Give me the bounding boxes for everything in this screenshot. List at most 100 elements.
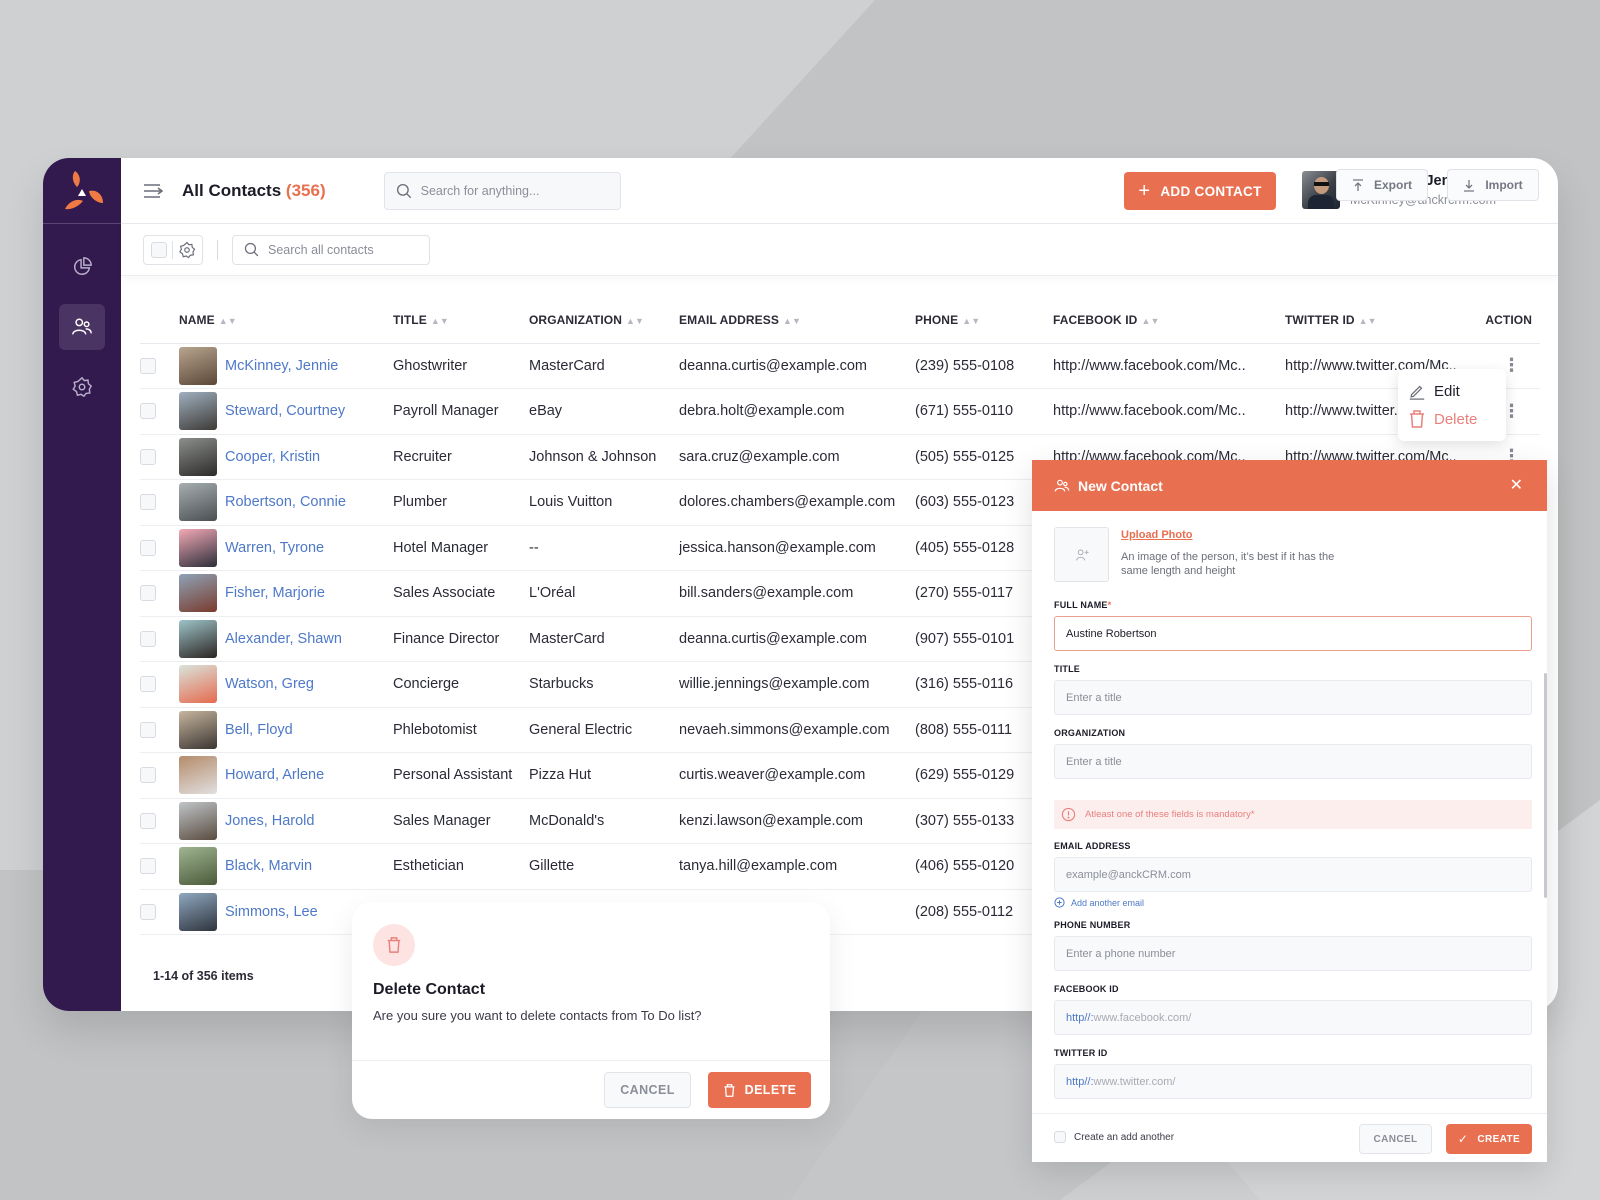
table-header-row: NAME ▲▼ TITLE ▲▼ ORGANIZATION ▲▼ EMAIL ADDR… xyxy=(140,297,1540,344)
email-cell: deanna.curtis@example.com xyxy=(679,616,915,662)
row-checkbox[interactable] xyxy=(140,494,156,511)
email-input[interactable]: example@anckCRM.com xyxy=(1054,857,1532,892)
delete-button-label: DELETE xyxy=(744,1083,797,1097)
contact-name-link[interactable]: McKinney, Jennie xyxy=(225,358,338,374)
sidebar-item-dashboard[interactable] xyxy=(59,244,105,290)
row-select-cell xyxy=(140,479,179,526)
row-checkbox[interactable] xyxy=(140,539,156,556)
contact-name-link[interactable]: Cooper, Kristin xyxy=(225,449,320,465)
contact-avatar xyxy=(179,437,217,476)
column-label: PHONE xyxy=(915,312,959,327)
contact-name-link[interactable]: Black, Marvin xyxy=(225,858,312,874)
required-marker: * xyxy=(1107,600,1112,610)
facebook-cell[interactable]: http://www.facebook.com/Mc.. xyxy=(1053,343,1285,389)
global-search-input[interactable]: Search for anything... xyxy=(383,171,621,210)
sort-icon: ▲▼ xyxy=(1358,315,1377,326)
row-select-cell xyxy=(140,752,179,799)
close-icon[interactable]: ✕ xyxy=(1510,475,1523,495)
row-checkbox[interactable] xyxy=(140,403,156,420)
sidebar-item-settings[interactable] xyxy=(59,364,105,410)
upload-hint: An image of the person, it’s best if it … xyxy=(1121,551,1335,577)
row-select-cell xyxy=(140,570,179,617)
row-select-cell xyxy=(140,388,179,435)
column-header-name[interactable]: NAME ▲▼ xyxy=(179,297,393,344)
column-header-email[interactable]: EMAIL ADDRESS ▲▼ xyxy=(679,297,915,344)
row-checkbox[interactable] xyxy=(140,903,156,920)
email-cell: deanna.curtis@example.com xyxy=(679,343,915,389)
contact-name-link[interactable]: Warren, Tyrone xyxy=(225,540,324,556)
gear-icon xyxy=(72,376,93,398)
add-another-email-link[interactable]: Add another email xyxy=(1054,897,1144,908)
contact-name-link[interactable]: Steward, Courtney xyxy=(225,403,345,419)
row-checkbox[interactable] xyxy=(140,585,156,602)
column-header-title[interactable]: TITLE ▲▼ xyxy=(393,297,529,344)
row-select-cell xyxy=(140,661,179,708)
column-header-phone[interactable]: PHONE ▲▼ xyxy=(915,297,1053,344)
column-header-organization[interactable]: ORGANIZATION ▲▼ xyxy=(529,297,679,344)
menu-toggle-button[interactable] xyxy=(143,181,163,201)
export-button[interactable]: Export xyxy=(1336,169,1428,201)
column-header-facebook[interactable]: FACEBOOK ID ▲▼ xyxy=(1053,297,1285,344)
add-contact-label: ADD CONTACT xyxy=(1160,183,1262,199)
row-checkbox[interactable] xyxy=(140,630,156,647)
cancel-button[interactable]: CANCEL xyxy=(604,1072,691,1108)
phone-input[interactable]: Enter a phone number xyxy=(1054,936,1532,971)
photo-upload-box[interactable] xyxy=(1054,527,1109,582)
delete-button[interactable]: DELETE xyxy=(708,1072,811,1108)
row-select-cell xyxy=(140,434,179,480)
menu-icon xyxy=(144,183,163,198)
row-action-menu: Edit Delete xyxy=(1398,369,1506,441)
create-another-option[interactable]: Create an add another xyxy=(1054,1131,1174,1143)
row-checkbox[interactable] xyxy=(140,812,156,829)
new-contact-panel: New Contact ✕ Upload Photo An image of t… xyxy=(1032,460,1547,1162)
title-cell: Sales Manager xyxy=(393,798,529,844)
scrollbar[interactable] xyxy=(1544,673,1547,898)
title-cell: Sales Associate xyxy=(393,570,529,617)
edit-menu-item[interactable]: Edit xyxy=(1408,377,1496,405)
name-cell: Jones, Harold xyxy=(179,798,393,844)
row-checkbox[interactable] xyxy=(140,676,156,693)
gear-icon[interactable] xyxy=(178,241,196,259)
row-checkbox[interactable] xyxy=(140,357,156,374)
facebook-cell[interactable]: http://www.facebook.com/Mc.. xyxy=(1053,388,1285,435)
facebook-input[interactable]: http//: www.facebook.com/ xyxy=(1054,1000,1532,1035)
contact-name-link[interactable]: Watson, Greg xyxy=(225,676,314,692)
delete-contact-dialog: Delete Contact Are you sure you want to … xyxy=(352,902,830,1119)
users-icon xyxy=(1054,479,1070,491)
row-checkbox[interactable] xyxy=(140,767,156,784)
cancel-button[interactable]: CANCEL xyxy=(1359,1124,1432,1154)
table-row[interactable]: Steward, Courtney Payroll Manager eBay debr… xyxy=(140,388,1540,435)
contact-avatar xyxy=(179,710,217,749)
twitter-input[interactable]: http//: www.twitter.com/ xyxy=(1054,1064,1532,1099)
sidebar-item-contacts[interactable] xyxy=(59,304,105,350)
create-another-checkbox[interactable] xyxy=(1054,1131,1066,1143)
title-input[interactable]: Enter a title xyxy=(1054,680,1532,715)
organization-input[interactable]: Enter a title xyxy=(1054,744,1532,779)
contact-name-link[interactable]: Alexander, Shawn xyxy=(225,631,342,647)
contact-name-link[interactable]: Simmons, Lee xyxy=(225,904,318,920)
contact-name-link[interactable]: Bell, Floyd xyxy=(225,722,293,738)
contact-name-link[interactable]: Fisher, Marjorie xyxy=(225,585,325,601)
full-name-input[interactable]: Austine Robertson xyxy=(1054,616,1532,651)
header-select xyxy=(140,297,179,344)
row-checkbox[interactable] xyxy=(140,858,156,875)
add-contact-button[interactable]: + ADD CONTACT xyxy=(1124,172,1276,210)
row-checkbox[interactable] xyxy=(140,721,156,738)
create-button[interactable]: ✓ CREATE xyxy=(1446,1124,1532,1154)
column-header-twitter[interactable]: TWITTER ID ▲▼ xyxy=(1285,297,1483,344)
contact-name-link[interactable]: Jones, Harold xyxy=(225,813,314,829)
title-cell: Hotel Manager xyxy=(393,525,529,571)
import-button[interactable]: Import xyxy=(1447,169,1539,201)
logo[interactable] xyxy=(43,158,121,224)
contact-name-link[interactable]: Howard, Arlene xyxy=(225,767,324,783)
contact-name-link[interactable]: Robertson, Connie xyxy=(225,494,346,510)
table-row[interactable]: McKinney, Jennie Ghostwriter MasterCard dea… xyxy=(140,343,1540,389)
row-select-cell xyxy=(140,525,179,571)
column-label: EMAIL ADDRESS xyxy=(679,312,779,327)
delete-menu-item[interactable]: Delete xyxy=(1408,405,1496,433)
contacts-search-input[interactable]: Search all contacts xyxy=(232,234,430,265)
select-all-checkbox[interactable] xyxy=(151,241,167,258)
name-cell: Warren, Tyrone xyxy=(179,525,393,571)
upload-photo-link[interactable]: Upload Photo xyxy=(1121,529,1193,541)
row-checkbox[interactable] xyxy=(140,448,156,465)
